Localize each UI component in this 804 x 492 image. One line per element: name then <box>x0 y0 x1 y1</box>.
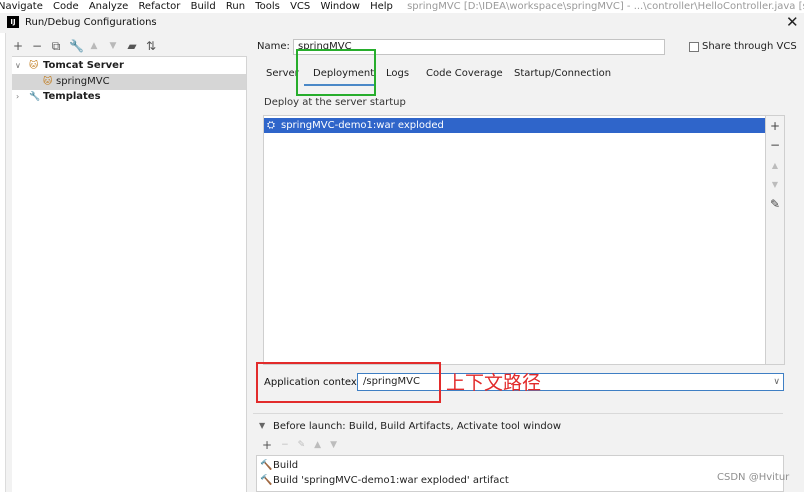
menu-help[interactable]: Help <box>370 0 393 13</box>
folder-icon[interactable]: ▰ <box>126 39 138 53</box>
remove-icon[interactable]: − <box>769 138 781 152</box>
chevron-down-icon[interactable]: ∨ <box>773 374 780 390</box>
wrench-icon[interactable]: 🔧 <box>69 39 84 53</box>
chevron-right-icon[interactable]: › <box>16 89 19 105</box>
tree-item-springmvc[interactable]: 🐱 springMVC <box>12 74 246 90</box>
edit-icon[interactable]: ✎ <box>769 197 781 211</box>
application-context-highlight <box>256 362 441 403</box>
move-down-icon[interactable]: ▼ <box>107 39 119 53</box>
wrench-icon: 🔧 <box>29 92 41 102</box>
menu-vcs[interactable]: VCS <box>290 0 310 13</box>
tree-item-label: Templates <box>43 91 101 102</box>
tab-server[interactable]: Server <box>266 68 299 80</box>
copy-icon[interactable]: ⧉ <box>50 39 62 53</box>
tree-item-tomcat-server[interactable]: ∨ 🐱 Tomcat Server <box>12 58 246 74</box>
chevron-down-icon[interactable]: ∨ <box>15 58 21 74</box>
menu-refactor[interactable]: Refactor <box>138 0 180 13</box>
tree-item-label: springMVC <box>56 76 110 87</box>
background-editor-edge <box>0 33 6 492</box>
ide-window-title: springMVC [D:\IDEA\workspace\springMVC] … <box>407 1 804 12</box>
deployment-list-toolbar: + − ▲ ▼ ✎ <box>766 115 785 365</box>
config-tree-toolbar: + − ⧉ 🔧 ▲ ▼ ▰ ⇅ <box>12 38 157 54</box>
remove-icon[interactable]: − <box>31 39 43 53</box>
add-icon[interactable]: + <box>12 39 24 53</box>
before-launch-list: 🔨 Build 🔨 Build 'springMVC-demo1:war exp… <box>256 455 784 492</box>
menu-window[interactable]: Window <box>320 0 359 13</box>
tree-item-templates[interactable]: › 🔧 Templates <box>12 89 246 105</box>
intellij-logo-icon: IJ <box>7 16 19 28</box>
artifact-label: springMVC-demo1:war exploded <box>281 120 444 131</box>
tab-code-coverage[interactable]: Code Coverage <box>426 68 503 80</box>
tomcat-icon: 🐱 <box>43 77 53 87</box>
list-item[interactable]: 🔨 Build 'springMVC-demo1:war exploded' a… <box>257 473 783 488</box>
move-down-icon[interactable]: ▼ <box>769 178 781 192</box>
add-icon[interactable]: + <box>769 119 781 133</box>
name-label: Name: <box>257 41 290 52</box>
config-tree: ∨ 🐱 Tomcat Server 🐱 springMVC › 🔧 Templa… <box>12 56 247 492</box>
menu-run[interactable]: Run <box>226 0 245 13</box>
move-up-icon[interactable]: ▲ <box>88 39 100 53</box>
chevron-down-icon[interactable]: ▼ <box>259 421 265 430</box>
artifact-icon: ⛭ <box>267 120 275 131</box>
build-hammer-icon: 🔨 <box>260 460 273 471</box>
annotation-context-path: 上下文路径 <box>446 372 542 394</box>
before-launch-toolbar: + − ✎ ▲ ▼ <box>262 438 337 452</box>
move-up-icon[interactable]: ▲ <box>769 159 781 173</box>
task-label: Build <box>273 460 299 471</box>
close-icon[interactable]: ✕ <box>786 14 799 30</box>
add-icon[interactable]: + <box>262 438 272 452</box>
move-down-icon[interactable]: ▼ <box>330 438 337 452</box>
menu-bar: Navigate Code Analyze Refactor Build Run… <box>0 0 804 13</box>
deploy-section-label: Deploy at the server startup <box>264 97 406 108</box>
share-through-vcs-label: Share through VCS <box>702 41 797 52</box>
task-label: Build 'springMVC-demo1:war exploded' art… <box>273 475 509 486</box>
edit-icon[interactable]: ✎ <box>298 438 306 452</box>
tree-item-label: Tomcat Server <box>43 60 124 71</box>
remove-icon[interactable]: − <box>281 438 289 452</box>
share-through-vcs-checkbox[interactable] <box>689 42 699 52</box>
tab-startup-connection[interactable]: Startup/Connection <box>514 68 611 80</box>
menu-build[interactable]: Build <box>191 0 216 13</box>
list-item[interactable]: ⛭ springMVC-demo1:war exploded <box>264 118 765 133</box>
menu-analyze[interactable]: Analyze <box>89 0 128 13</box>
menu-tools[interactable]: Tools <box>255 0 280 13</box>
dialog-title: Run/Debug Configurations <box>25 17 157 28</box>
menu-code[interactable]: Code <box>53 0 79 13</box>
watermark: CSDN @Hvitur <box>717 472 790 483</box>
divider <box>253 413 783 414</box>
menu-navigate[interactable]: Navigate <box>0 0 43 13</box>
move-up-icon[interactable]: ▲ <box>314 438 321 452</box>
before-launch-label[interactable]: Before launch: Build, Build Artifacts, A… <box>273 421 561 432</box>
dialog-title-bar: IJ Run/Debug Configurations ✕ <box>0 13 804 33</box>
deployment-tab-highlight <box>296 49 376 96</box>
build-hammer-icon: 🔨 <box>260 475 273 486</box>
tab-logs[interactable]: Logs <box>386 68 409 80</box>
deployment-list: ⛭ springMVC-demo1:war exploded <box>263 115 766 365</box>
tomcat-icon: 🐱 <box>29 61 39 71</box>
sort-icon[interactable]: ⇅ <box>145 39 157 53</box>
list-item[interactable]: 🔨 Build <box>257 458 783 473</box>
